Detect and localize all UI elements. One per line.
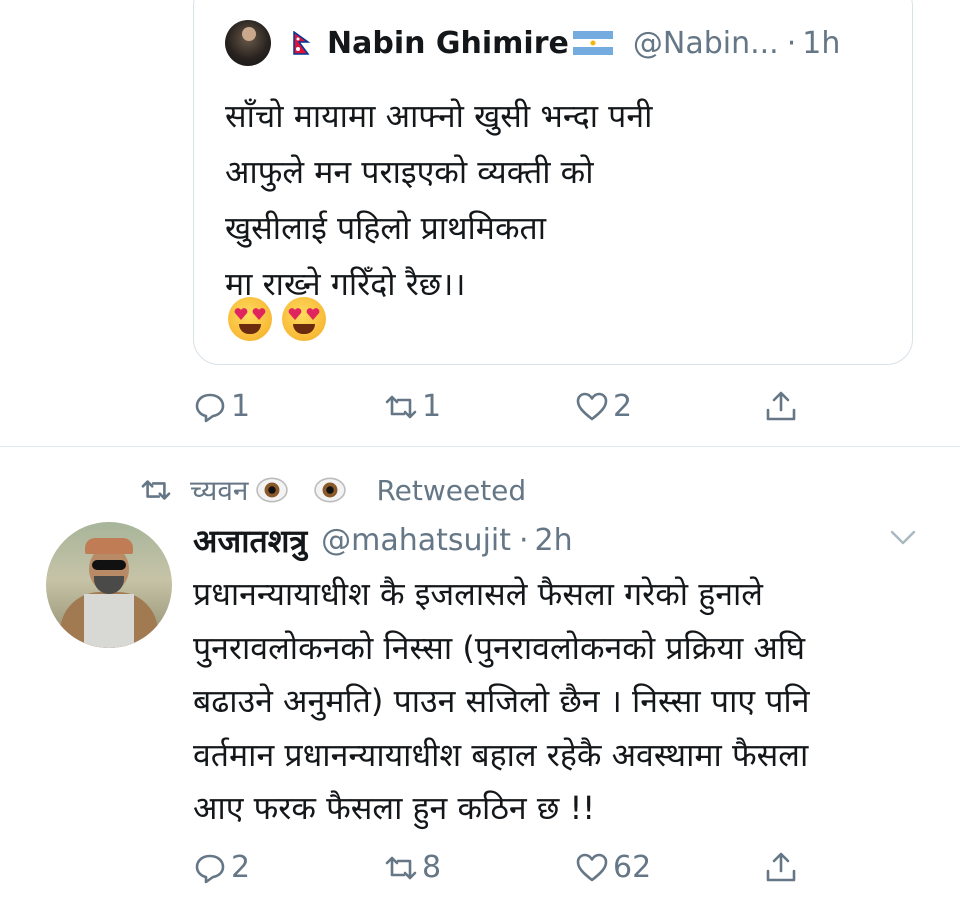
retweet-count: 8 bbox=[422, 850, 442, 885]
like-icon bbox=[576, 392, 608, 420]
reply-icon bbox=[195, 393, 225, 422]
author-handle[interactable]: @mahatsujit bbox=[321, 523, 511, 558]
tweet-line: बढाउने अनुमति) पाउन सजिलो छैन । निस्सा प… bbox=[193, 682, 810, 720]
retweet-icon bbox=[141, 480, 171, 500]
tweet-line: पुनरावलोकनको निस्सा (पुनरावलोकनको प्रक्र… bbox=[193, 628, 806, 667]
retweet-button[interactable]: 8 bbox=[384, 850, 441, 885]
time-separator: · bbox=[786, 25, 797, 61]
share-icon bbox=[766, 852, 796, 882]
tweet-line: प्रधानन्यायाधीश कै इजलासले फैसला गरेको ह… bbox=[193, 575, 763, 613]
tweet-divider bbox=[0, 446, 960, 447]
tweet2-header: अजातशत्रु @mahatsujit · 2h bbox=[193, 518, 573, 562]
retweet-icon bbox=[385, 395, 417, 418]
argentina-flag-icon bbox=[572, 31, 613, 55]
tweet-line: आए फरक फैसला हुन कठिन छ !! bbox=[193, 789, 596, 827]
heart-eyes-emoji-icon bbox=[228, 297, 272, 341]
share-icon bbox=[766, 391, 796, 421]
quoted-tweet-text: साँचो मायामा आफ्नो खुसी भन्दा पनी आफुले … bbox=[225, 88, 875, 312]
quoted-tweet-line: आफुले मन पराइएको व्यक्ती को bbox=[225, 153, 594, 191]
quoted-tweet-line: खुसीलाई पहिलो प्राथमिकता bbox=[225, 209, 547, 247]
like-icon bbox=[576, 853, 608, 881]
share-button[interactable] bbox=[764, 850, 798, 884]
eye-emoji-icon bbox=[314, 477, 347, 503]
retweet-icon bbox=[385, 856, 417, 879]
quoted-author-handle[interactable]: @Nabin... bbox=[633, 26, 779, 61]
reply-count: 2 bbox=[231, 850, 251, 885]
tweet2-text: प्रधानन्यायाधीश कै इजलासले फैसला गरेको ह… bbox=[193, 568, 913, 836]
like-button[interactable]: 2 bbox=[575, 389, 632, 424]
author-avatar[interactable] bbox=[46, 522, 172, 648]
reply-count: 1 bbox=[231, 389, 251, 424]
retweet-button[interactable]: 1 bbox=[384, 389, 441, 424]
nepal-flag-icon bbox=[293, 31, 311, 55]
quoted-author-avatar[interactable] bbox=[225, 20, 271, 66]
heart-eyes-emoji-icon bbox=[282, 297, 326, 341]
retweet-banner[interactable]: च्यवन Retweeted bbox=[140, 472, 526, 508]
quoted-tweet-time[interactable]: 1h bbox=[802, 26, 840, 61]
like-count: 2 bbox=[613, 389, 633, 424]
caret-down-icon[interactable] bbox=[888, 524, 918, 550]
time-separator: · bbox=[519, 522, 529, 558]
reply-button[interactable]: 2 bbox=[193, 850, 250, 885]
heart-eyes-emoji-row bbox=[228, 297, 326, 341]
eye-emoji-icon bbox=[256, 477, 289, 503]
tweet-line: वर्तमान प्रधानन्यायाधीश बहाल रहेकै अवस्थ… bbox=[193, 735, 809, 774]
author-name[interactable]: अजातशत्रु bbox=[193, 519, 307, 562]
retweeter-name[interactable]: च्यवन bbox=[190, 471, 248, 509]
like-button[interactable]: 62 bbox=[575, 850, 651, 885]
tweet-time[interactable]: 2h bbox=[535, 523, 573, 558]
quoted-tweet-header: Nabin Ghimire @Nabin... · 1h bbox=[225, 20, 840, 66]
reply-button[interactable]: 1 bbox=[193, 389, 250, 424]
retweet-count: 1 bbox=[422, 389, 442, 424]
quoted-tweet-line: साँचो मायामा आफ्नो खुसी भन्दा पनी bbox=[225, 97, 653, 135]
reply-icon bbox=[195, 854, 225, 883]
retweeted-label: Retweeted bbox=[376, 473, 527, 507]
quoted-author-name[interactable]: Nabin Ghimire bbox=[327, 26, 569, 61]
like-count: 62 bbox=[613, 850, 652, 885]
share-button[interactable] bbox=[764, 389, 798, 423]
